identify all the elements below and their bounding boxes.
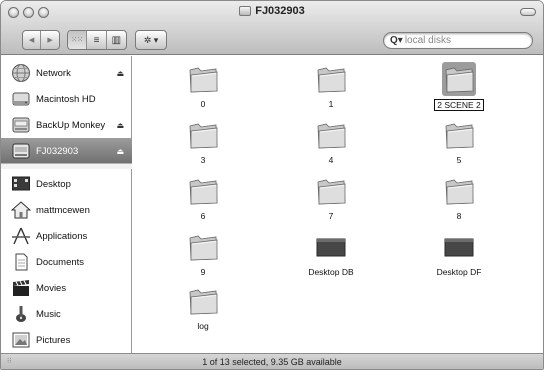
file-icon-view: 0 1 2 SCENE 2 3 4 5 6 7 8 9 Desktop DB Desktop DF lo… [133,56,542,353]
sidebar-item-pictures[interactable]: Pictures [1,327,132,353]
item-label[interactable]: 3 [199,155,208,165]
item-label[interactable]: 6 [199,211,208,221]
folder-item[interactable]: 3 [163,118,243,165]
item-label[interactable]: log [195,321,210,331]
sidebar-item-fj032903[interactable]: FJ032903 ⏏ [1,138,132,164]
folder-item[interactable]: log [163,284,243,331]
sidebar-item-label: BackUp Monkey [36,119,106,131]
folder-icon[interactable] [186,230,220,264]
search-icon[interactable]: Q▾ [390,35,403,46]
item-label[interactable]: 7 [327,211,336,221]
documents-icon [11,252,31,272]
sidebar-item-label: Desktop [36,178,71,190]
sidebar-item-home[interactable]: mattmcewen [1,197,132,223]
resize-grip-icon[interactable]: ⁝⁝ [7,357,11,365]
sidebar-item-label: Macintosh HD [36,93,96,105]
action-menu-button[interactable]: ✲ ▾ [136,31,166,49]
toolbar-toggle-button[interactable] [520,8,536,16]
sidebar-item-backup-monkey[interactable]: BackUp Monkey ⏏ [1,112,132,138]
folder-item[interactable]: 1 [291,62,371,109]
sidebar-item-label: mattmcewen [36,204,90,216]
icon-view-button[interactable]: ⁙⁙ [68,31,88,49]
network-globe-icon [11,63,31,83]
window-title: FJ032903 [1,5,543,17]
folder-item[interactable]: 8 [419,174,499,221]
back-button[interactable]: ◀ [23,31,42,49]
folder-icon[interactable] [442,118,476,152]
folder-item[interactable]: 5 [419,118,499,165]
item-label[interactable]: 2 SCENE 2 [434,99,484,111]
folder-item[interactable]: 0 [163,62,243,109]
eject-icon[interactable]: ⏏ [116,69,124,78]
sidebar-item-label: Documents [36,256,85,268]
pictures-icon [11,330,31,350]
desktop-icon [11,174,31,194]
item-label[interactable]: 4 [327,155,336,165]
finder-window: FJ032903 ◀ ▶ ⁙⁙ ≡ ▥ ✲ ▾ Q▾ Network ⏏ [0,0,544,370]
folder-icon[interactable] [186,284,220,318]
folder-item[interactable]: 9 [163,230,243,277]
sidebar-item-label: Network [36,67,71,79]
sidebar-item-label: Pictures [36,334,71,346]
title-toolbar: FJ032903 ◀ ▶ ⁙⁙ ≡ ▥ ✲ ▾ Q▾ [1,1,543,55]
applications-icon [11,226,31,246]
sidebar-item-label: FJ032903 [36,145,79,157]
folder-icon[interactable] [314,118,348,152]
sidebar: Network ⏏ Macintosh HD BackUp Monkey ⏏ F… [1,56,132,353]
column-view-button[interactable]: ▥ [107,31,126,49]
sidebar-item-movies[interactable]: Movies [1,275,132,301]
sidebar-item-label: Music [36,308,61,320]
status-bar: ⁝⁝ 1 of 13 selected, 9.35 GB available [1,353,543,369]
disk-icon [11,141,31,161]
sidebar-item-network[interactable]: Network ⏏ [1,60,132,86]
status-text: 1 of 13 selected, 9.35 GB available [202,356,342,367]
forward-button[interactable]: ▶ [41,31,59,49]
item-label[interactable]: Desktop DB [306,267,355,277]
sidebar-item-macintosh-hd[interactable]: Macintosh HD [1,86,132,112]
item-label[interactable]: 9 [199,267,208,277]
eject-icon[interactable]: ⏏ [116,147,124,156]
music-icon [11,304,31,324]
search-field[interactable]: Q▾ [383,32,533,49]
folder-icon[interactable] [186,118,220,152]
file-item[interactable]: Desktop DF [419,230,499,277]
sidebar-item-music[interactable]: Music [1,301,132,327]
folder-item[interactable]: 6 [163,174,243,221]
folder-icon[interactable] [314,174,348,208]
item-label[interactable]: 1 [327,99,336,109]
sidebar-item-label: Movies [36,282,67,294]
folder-item[interactable]: 4 [291,118,371,165]
folder-icon[interactable] [442,62,476,96]
search-input[interactable] [404,35,515,46]
eject-icon[interactable]: ⏏ [116,121,124,130]
list-view-button[interactable]: ≡ [87,31,107,49]
sidebar-item-desktop[interactable]: Desktop [1,171,132,197]
window-title-text: FJ032903 [255,5,305,17]
sidebar-item-documents[interactable]: Documents [1,249,132,275]
folder-icon[interactable] [442,174,476,208]
item-label[interactable]: Desktop DF [435,267,484,277]
item-label[interactable]: 8 [455,211,464,221]
folder-item[interactable]: 2 SCENE 2 [419,62,499,111]
item-label[interactable]: 0 [199,99,208,109]
folder-icon[interactable] [314,62,348,96]
item-label[interactable]: 5 [455,155,464,165]
sidebar-item-applications[interactable]: Applications [1,223,132,249]
file-item[interactable]: Desktop DB [291,230,371,277]
document-icon[interactable] [314,230,348,264]
sidebar-divider [1,163,132,169]
folder-icon[interactable] [186,62,220,96]
external-disk-icon [11,115,31,135]
sidebar-item-label: Applications [36,230,88,242]
action-group: ✲ ▾ [135,30,167,50]
hard-disk-icon [11,89,31,109]
view-mode-group: ⁙⁙ ≡ ▥ [67,30,127,50]
back-forward-group: ◀ ▶ [22,30,60,50]
folder-icon[interactable] [186,174,220,208]
folder-item[interactable]: 7 [291,174,371,221]
movies-icon [11,278,31,298]
home-icon [11,200,31,220]
document-icon[interactable] [442,230,476,264]
disk-title-icon [239,6,252,16]
